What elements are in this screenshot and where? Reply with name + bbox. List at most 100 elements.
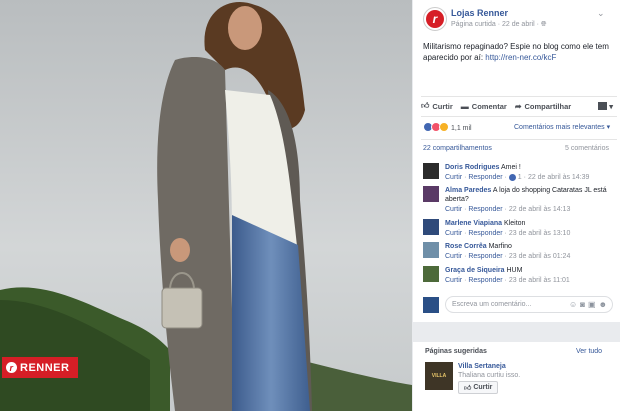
comment-like-link[interactable]: Curtir xyxy=(445,206,462,213)
commenter-avatar[interactable] xyxy=(423,266,439,282)
sticker-icon[interactable]: ☻ xyxy=(599,300,607,309)
emoji-icon[interactable]: ☺ xyxy=(569,300,577,309)
divider xyxy=(421,116,617,117)
post-header: r Lojas Renner Página curtida · 22 de ab… xyxy=(413,0,620,40)
comment-like-link[interactable]: Curtir xyxy=(445,253,462,260)
reactions-count: 1,1 mil xyxy=(451,124,472,132)
suggested-pages-title: Páginas sugeridas xyxy=(425,348,487,355)
commenter-avatar[interactable] xyxy=(423,186,439,202)
commenter-avatar[interactable] xyxy=(423,219,439,235)
comment-like-count[interactable]: 1 xyxy=(518,174,522,181)
comment-like-link[interactable]: Curtir xyxy=(445,174,462,181)
reactions-summary[interactable]: 1,1 mil xyxy=(423,122,472,134)
post-as-selector[interactable]: ▾ xyxy=(598,102,613,111)
post-date[interactable]: Página curtida · 22 de abril · xyxy=(451,21,541,28)
comment-date[interactable]: 23 de abril às 13:10 xyxy=(509,230,571,237)
post-sidebar: r Lojas Renner Página curtida · 22 de ab… xyxy=(413,0,620,411)
commenter-avatar[interactable] xyxy=(423,163,439,179)
suggested-page-name[interactable]: Villa Sertaneja xyxy=(458,363,506,370)
like-button[interactable]: 👍︎ Curtir xyxy=(421,101,453,111)
comment-reply-link[interactable]: Responder xyxy=(468,277,502,284)
renner-logo-text: RENNER xyxy=(20,361,70,374)
comment-sort-label: Comentários mais relevantes ▾ xyxy=(514,124,611,131)
speech-bubble-icon: ▬ xyxy=(460,101,469,111)
comment-like-link[interactable]: Curtir xyxy=(445,230,462,237)
suggested-page-thumbnail[interactable]: VILLA xyxy=(425,362,453,390)
reaction-icons xyxy=(423,122,449,134)
page-avatar-logo: r xyxy=(426,10,444,28)
current-user-avatar xyxy=(423,297,439,313)
comment-meta: Curtir · Responder · 22 de abril às 14:1… xyxy=(445,206,571,213)
see-all-link[interactable]: Ver tudo xyxy=(576,348,602,355)
page-avatar[interactable]: r xyxy=(423,7,447,31)
chevron-down-icon: ▾ xyxy=(609,101,613,111)
comment-meta: Curtir · Responder · 23 de abril às 13:1… xyxy=(445,230,571,237)
post-counts: 22 compartilhamentos 5 comentários xyxy=(423,145,609,152)
comment-body: Alma Paredes A loja do shopping Catarata… xyxy=(445,186,613,214)
comment-reply-link[interactable]: Responder xyxy=(468,174,502,181)
comment-meta: Curtir · Responder · 23 de abril às 11:0… xyxy=(445,277,570,284)
post-caption: Militarismo repaginado? Espie no blog co… xyxy=(423,41,613,63)
suggested-page-like-button[interactable]: 👍︎ Curtir xyxy=(458,381,499,394)
share-label: Compartilhar xyxy=(524,101,572,111)
comments-count[interactable]: 5 comentários xyxy=(565,145,609,152)
comment-body: Rose Corrêa Marfino Curtir · Responder ·… xyxy=(445,242,613,261)
comment-date[interactable]: 23 de abril às 01:24 xyxy=(509,253,571,260)
caption-link[interactable]: http://ren-ner.co/kcF xyxy=(485,53,556,62)
comment-reply-link[interactable]: Responder xyxy=(468,253,502,260)
post-options-chevron-icon[interactable]: ⌄ xyxy=(597,8,605,19)
comment-reply-link[interactable]: Responder xyxy=(468,230,502,237)
divider xyxy=(421,139,617,140)
comment-input-placeholder: Escreva um comentário... xyxy=(452,301,532,308)
comment-meta: Curtir · Responder · 23 de abril às 01:2… xyxy=(445,253,571,260)
suggested-pages-panel: Páginas sugeridas Ver tudo VILLA Villa S… xyxy=(413,342,620,411)
renner-logo-badge: r RENNER xyxy=(2,357,78,378)
commenter-name[interactable]: Alma Paredes xyxy=(445,187,491,194)
renner-logo-icon: r xyxy=(6,362,17,373)
share-arrow-icon: ➦ xyxy=(514,101,522,111)
comment-text: Marfino xyxy=(488,243,512,250)
comment-text: HUM xyxy=(506,267,523,274)
gif-icon[interactable]: ▣ xyxy=(588,300,596,309)
commenter-avatar[interactable] xyxy=(423,242,439,258)
like-count-icon xyxy=(508,173,516,181)
post-photo[interactable]: r RENNER xyxy=(0,0,412,411)
haha-reaction-icon xyxy=(439,122,449,132)
thumbs-up-icon: 👍︎ xyxy=(421,101,430,110)
photo-illustration xyxy=(0,0,412,411)
comment-tools: ☺ ◙ ▣ ☻ xyxy=(569,300,612,309)
comment-text: Kleiton xyxy=(504,220,526,227)
like-label: Curtir xyxy=(432,101,453,111)
camera-icon[interactable]: ◙ xyxy=(580,300,585,309)
post-subtitle: Página curtida · 22 de abril · 🌐︎ xyxy=(451,21,547,29)
comment-meta: Curtir · Responder · 1 · 22 de abril às … xyxy=(445,173,590,181)
thumbs-up-icon: 👍︎ xyxy=(464,385,472,392)
comment-text: Amei ! xyxy=(501,164,521,171)
comment-body: Marlene Viapiana Kleiton Curtir · Respon… xyxy=(445,219,613,238)
commenter-name[interactable]: Doris Rodrigues xyxy=(445,164,499,171)
comment-button[interactable]: ▬ Comentar xyxy=(461,102,507,111)
comment-like-link[interactable]: Curtir xyxy=(445,277,462,284)
comment-sort-dropdown[interactable]: Comentários mais relevantes ▾ xyxy=(514,123,610,131)
comment-date[interactable]: 23 de abril às 11:01 xyxy=(509,277,570,284)
comment-reply-link[interactable]: Responder xyxy=(468,206,502,213)
suggested-page-desc: Thaliana curtiu isso. xyxy=(458,372,521,379)
shares-count-link[interactable]: 22 compartilhamentos xyxy=(423,145,492,152)
divider xyxy=(421,96,617,97)
commenter-name[interactable]: Marlene Viapiana xyxy=(445,220,502,227)
post-actions: 👍︎ Curtir ▬ Comentar ➦ Compartilhar ▾ xyxy=(421,98,613,114)
comment-body: Graça de Siqueira HUM Curtir · Responder… xyxy=(445,266,613,285)
comment-date[interactable]: 22 de abril às 14:39 xyxy=(528,174,590,181)
section-gap xyxy=(413,322,620,342)
share-button[interactable]: ➦ Compartilhar xyxy=(515,102,571,111)
commenter-name[interactable]: Graça de Siqueira xyxy=(445,267,505,274)
comment-input[interactable]: Escreva um comentário... ☺ ◙ ▣ ☻ xyxy=(445,296,613,313)
write-comment-row: Escreva um comentário... ☺ ◙ ▣ ☻ xyxy=(423,296,615,314)
page-name-link[interactable]: Lojas Renner xyxy=(451,8,508,18)
page-flag-icon xyxy=(598,102,608,110)
comment-label: Comentar xyxy=(471,101,507,111)
comment-date[interactable]: 22 de abril às 14:13 xyxy=(509,206,571,213)
suggested-like-label: Curtir xyxy=(473,384,493,391)
globe-icon: 🌐︎ xyxy=(540,21,547,28)
commenter-name[interactable]: Rose Corrêa xyxy=(445,243,487,250)
